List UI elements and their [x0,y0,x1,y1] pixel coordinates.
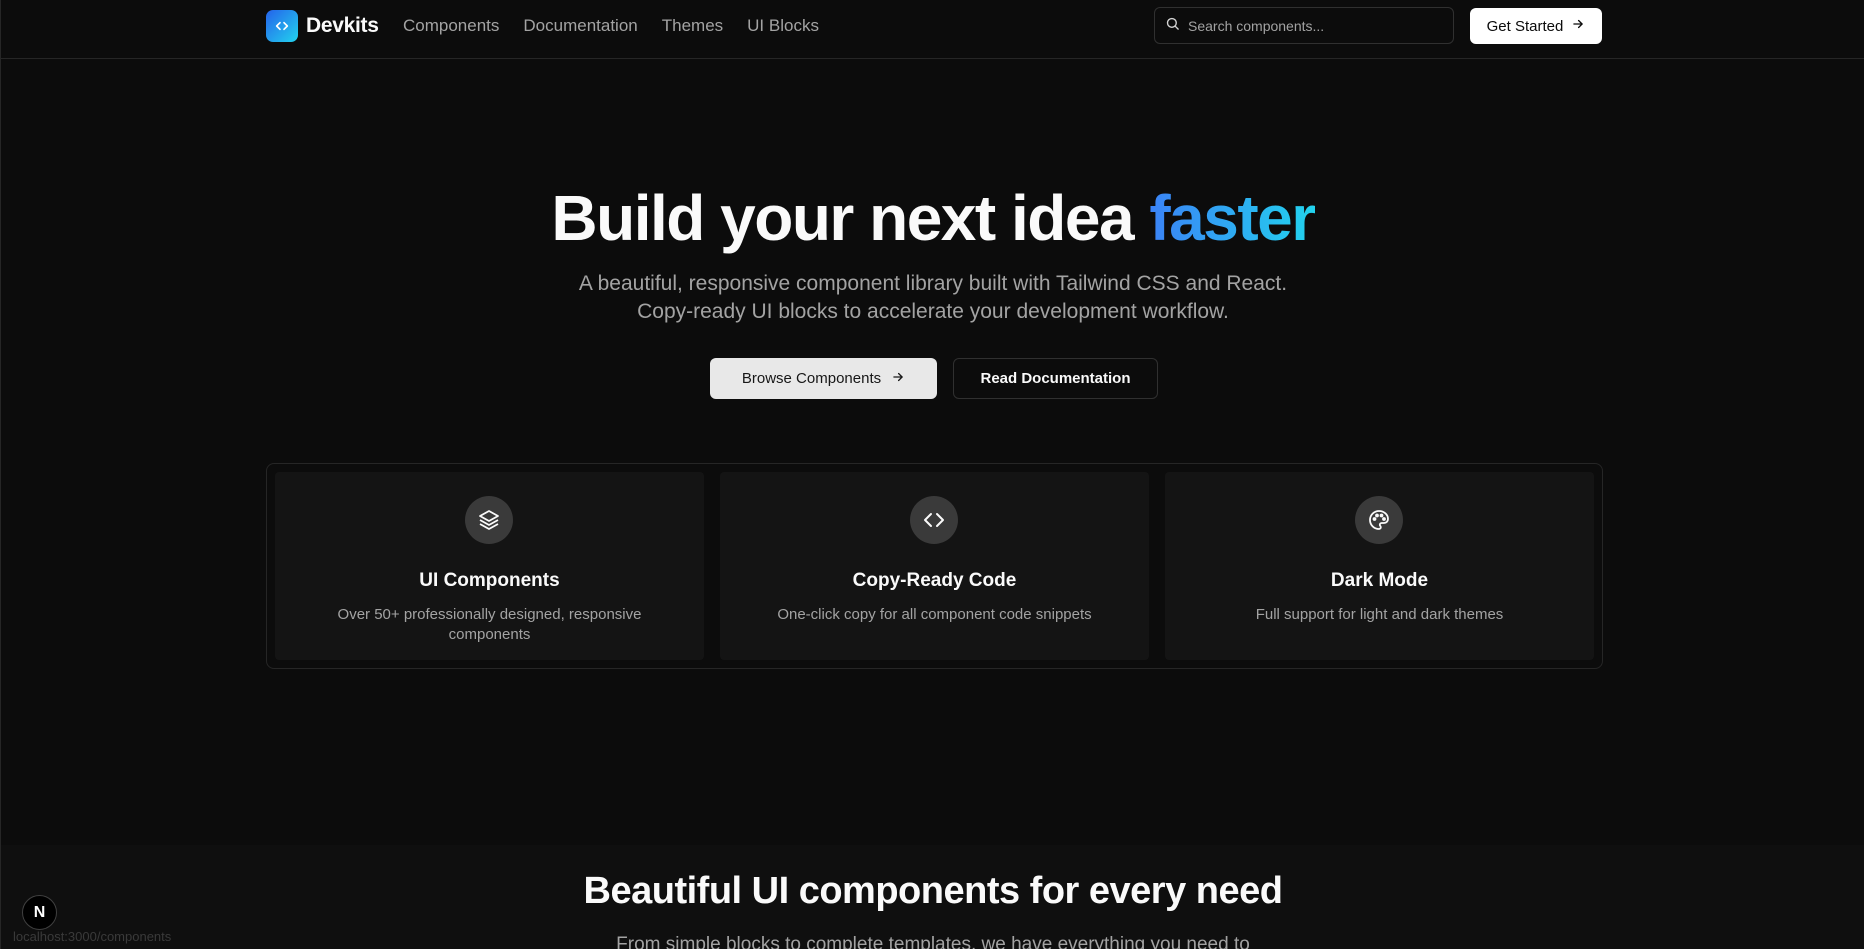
feature-card-ui-components: UI Components Over 50+ professionally de… [275,472,704,660]
feature-description: Over 50+ professionally designed, respon… [337,606,642,643]
hero-subtitle: A beautiful, responsive component librar… [1,270,1864,326]
hero-title-accent: faster [1149,182,1316,254]
code-logo-icon [266,10,298,42]
hero-title: Build your next idea faster [1,178,1864,258]
feature-card-copy-ready-code: Copy-Ready Code One-click copy for all c… [720,472,1149,660]
features-panel: UI Components Over 50+ professionally de… [266,463,1603,669]
search-box [1154,7,1454,44]
hero-subtitle-line2: Copy-ready UI blocks to accelerate your … [637,300,1229,323]
feature-title: UI Components [419,570,560,591]
nav-components[interactable]: Components [403,16,499,36]
nav-ui-blocks[interactable]: UI Blocks [747,16,819,36]
search-icon [1165,16,1180,36]
palette-icon [1355,496,1403,544]
nextjs-dev-indicator[interactable]: N [22,895,57,930]
nav-themes[interactable]: Themes [662,16,723,36]
hero-subtitle-line1: A beautiful, responsive component librar… [578,272,1288,295]
components-section-subtitle: From simple blocks to complete templates… [616,934,1250,949]
nav-documentation[interactable]: Documentation [523,16,637,36]
brand-name: Devkits [306,14,379,37]
arrow-right-icon [891,370,905,388]
read-documentation-label: Read Documentation [980,370,1131,387]
browse-components-button[interactable]: Browse Components [710,358,937,399]
get-started-label: Get Started [1486,17,1564,35]
feature-description: One-click copy for all component code sn… [777,606,1092,623]
feature-title: Dark Mode [1330,570,1429,591]
feature-card-dark-mode: Dark Mode Full support for light and dar… [1165,472,1594,660]
hero-title-main: Build your next idea [551,182,1134,254]
feature-description: Full support for light and dark themes [1255,606,1504,623]
read-documentation-button[interactable]: Read Documentation [953,358,1158,399]
browse-components-label: Browse Components [741,370,882,387]
top-navbar: Devkits Components Documentation Themes … [1,0,1864,59]
brand-link[interactable]: Devkits [266,10,379,42]
layers-icon [465,496,513,544]
code-icon [910,496,958,544]
feature-title: Copy-Ready Code [852,570,1017,591]
components-section-title: Beautiful UI components for every need [583,870,1283,912]
status-bar-url: localhost:3000/components [13,929,172,944]
arrow-right-icon [1571,17,1585,35]
search-input[interactable] [1188,17,1438,34]
main-nav: Components Documentation Themes UI Block… [403,14,819,38]
get-started-button[interactable]: Get Started [1470,8,1602,44]
